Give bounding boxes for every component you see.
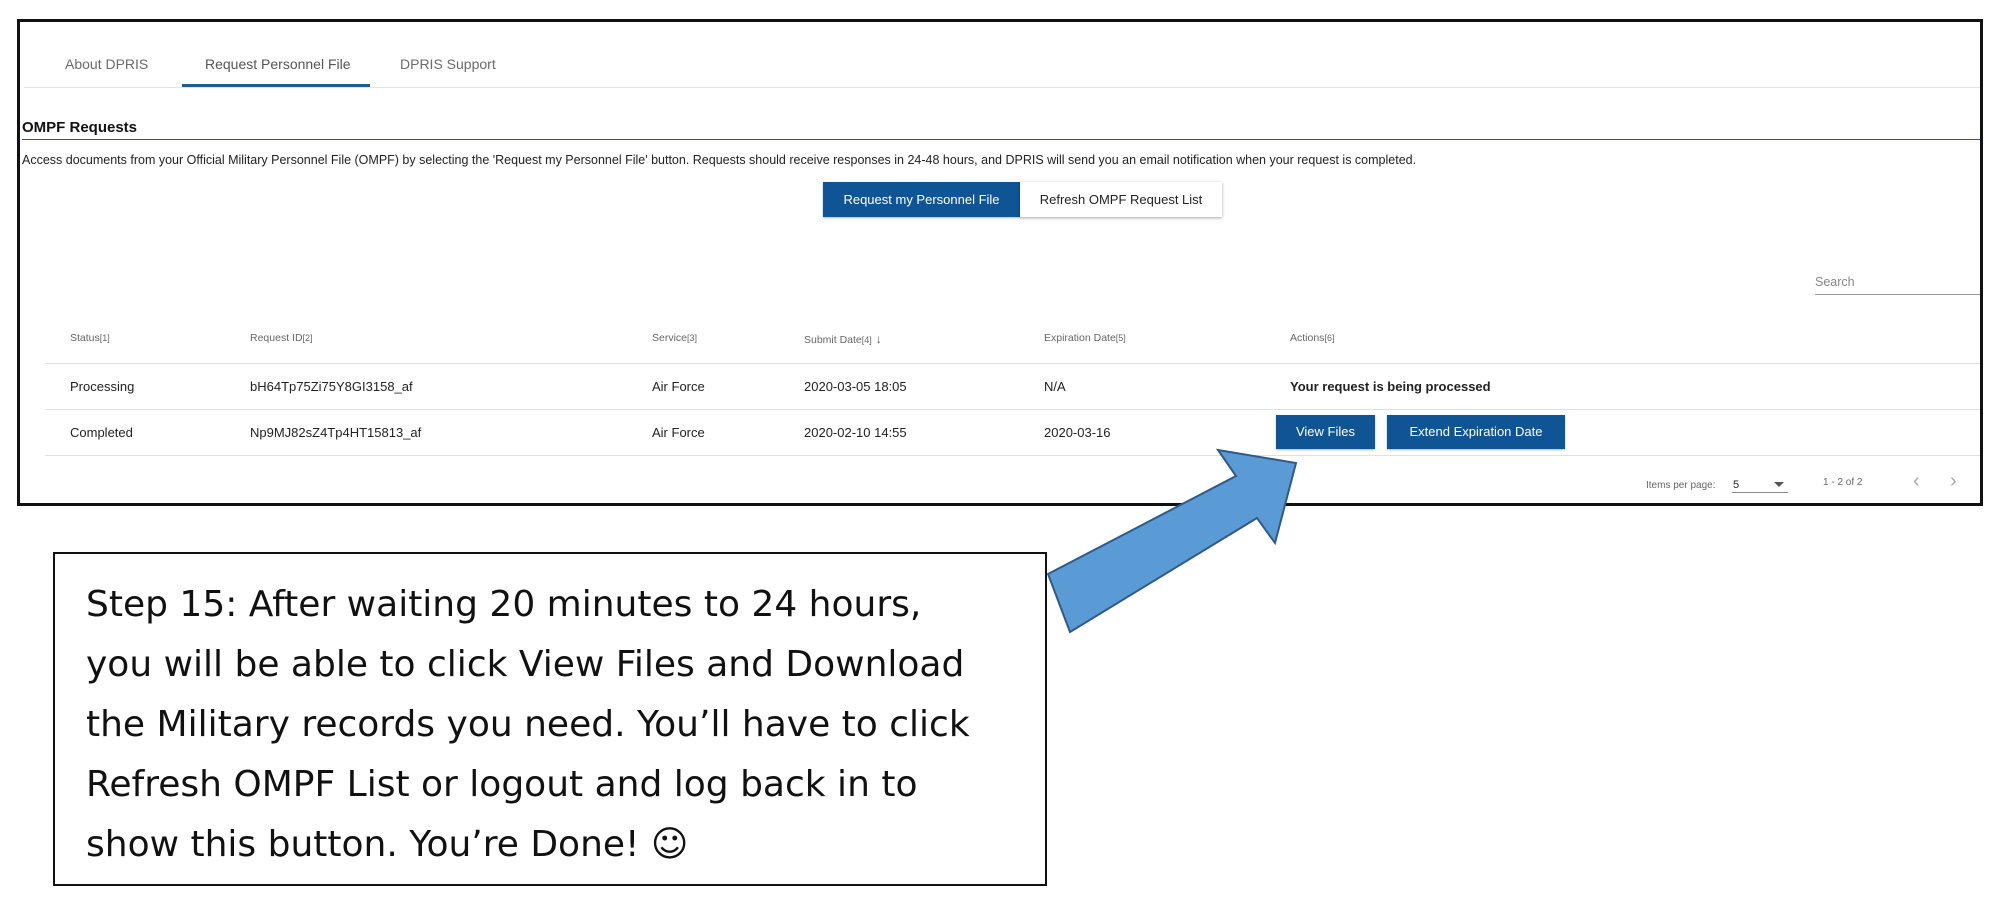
row1-request-id: bH64Tp75Zi75Y8GI3158_af xyxy=(250,379,413,394)
row2-request-id: Np9MJ82sZ4Tp4HT15813_af xyxy=(250,425,422,440)
table-row-divider xyxy=(45,455,1980,456)
view-files-button[interactable]: View Files xyxy=(1276,415,1375,449)
sort-down-icon: ↓ xyxy=(875,332,882,346)
row2-expiration-date: 2020-03-16 xyxy=(1044,425,1111,440)
tab-about-dpris[interactable]: About DPRIS xyxy=(65,56,148,72)
header-request-id[interactable]: Request ID[2] xyxy=(250,332,313,344)
search-input[interactable]: Search xyxy=(1815,275,1855,289)
table-row-divider xyxy=(45,363,1980,364)
section-description: Access documents from your Official Mili… xyxy=(22,153,1417,167)
header-expiration-date[interactable]: Expiration Date[5] xyxy=(1044,332,1126,344)
tab-dpris-support[interactable]: DPRIS Support xyxy=(400,56,496,72)
callout-line: Refresh OMPF List or logout and log back… xyxy=(86,764,918,805)
header-submit-date[interactable]: Submit Date[4] ↓ xyxy=(804,332,882,346)
callout-text: Step 15: After waiting 20 minutes to 24 … xyxy=(86,575,1036,875)
items-per-page-select[interactable]: 5 xyxy=(1732,477,1788,493)
row1-expiration-date: N/A xyxy=(1044,379,1066,394)
row1-service: Air Force xyxy=(652,379,705,394)
row1-status: Processing xyxy=(70,379,135,394)
table-row-divider xyxy=(45,409,1980,410)
next-page-icon[interactable]: › xyxy=(1950,470,1957,493)
search-underline xyxy=(1815,294,1980,295)
section-title: OMPF Requests xyxy=(22,119,138,136)
row1-submit-date: 2020-03-05 18:05 xyxy=(804,379,907,394)
header-actions: Actions[6] xyxy=(1290,332,1335,344)
tab-request-personnel-file[interactable]: Request Personnel File xyxy=(205,56,351,72)
request-personnel-file-button[interactable]: Request my Personnel File xyxy=(823,182,1020,217)
row1-action-status: Your request is being processed xyxy=(1290,379,1491,394)
section-divider xyxy=(22,139,1980,140)
row2-service: Air Force xyxy=(652,425,705,440)
tab-bar: About DPRIS Request Personnel File DPRIS… xyxy=(24,22,1980,88)
callout-line: the Military records you need. You’ll ha… xyxy=(86,704,970,745)
header-service[interactable]: Service[3] xyxy=(652,332,697,344)
instruction-callout: Step 15: After waiting 20 minutes to 24 … xyxy=(53,552,1047,886)
callout-line: you will be able to click View Files and… xyxy=(86,644,965,685)
extend-expiration-button[interactable]: Extend Expiration Date xyxy=(1387,415,1565,449)
row2-status: Completed xyxy=(70,425,133,440)
pager-range: 1 - 2 of 2 xyxy=(1823,477,1863,488)
header-status[interactable]: Status[1] xyxy=(70,332,110,344)
active-tab-indicator xyxy=(182,84,370,87)
dropdown-caret-icon xyxy=(1774,482,1784,487)
dpris-screenshot-frame: About DPRIS Request Personnel File DPRIS… xyxy=(17,19,1983,506)
items-per-page-label: Items per page: xyxy=(1646,480,1716,491)
callout-line: Step 15: After waiting 20 minutes to 24 … xyxy=(86,584,922,625)
previous-page-icon[interactable]: ‹ xyxy=(1913,470,1920,493)
row2-submit-date: 2020-02-10 14:55 xyxy=(804,425,907,440)
callout-line: show this button. You’re Done! ☺ xyxy=(86,824,689,865)
refresh-request-list-button[interactable]: Refresh OMPF Request List xyxy=(1020,182,1222,217)
